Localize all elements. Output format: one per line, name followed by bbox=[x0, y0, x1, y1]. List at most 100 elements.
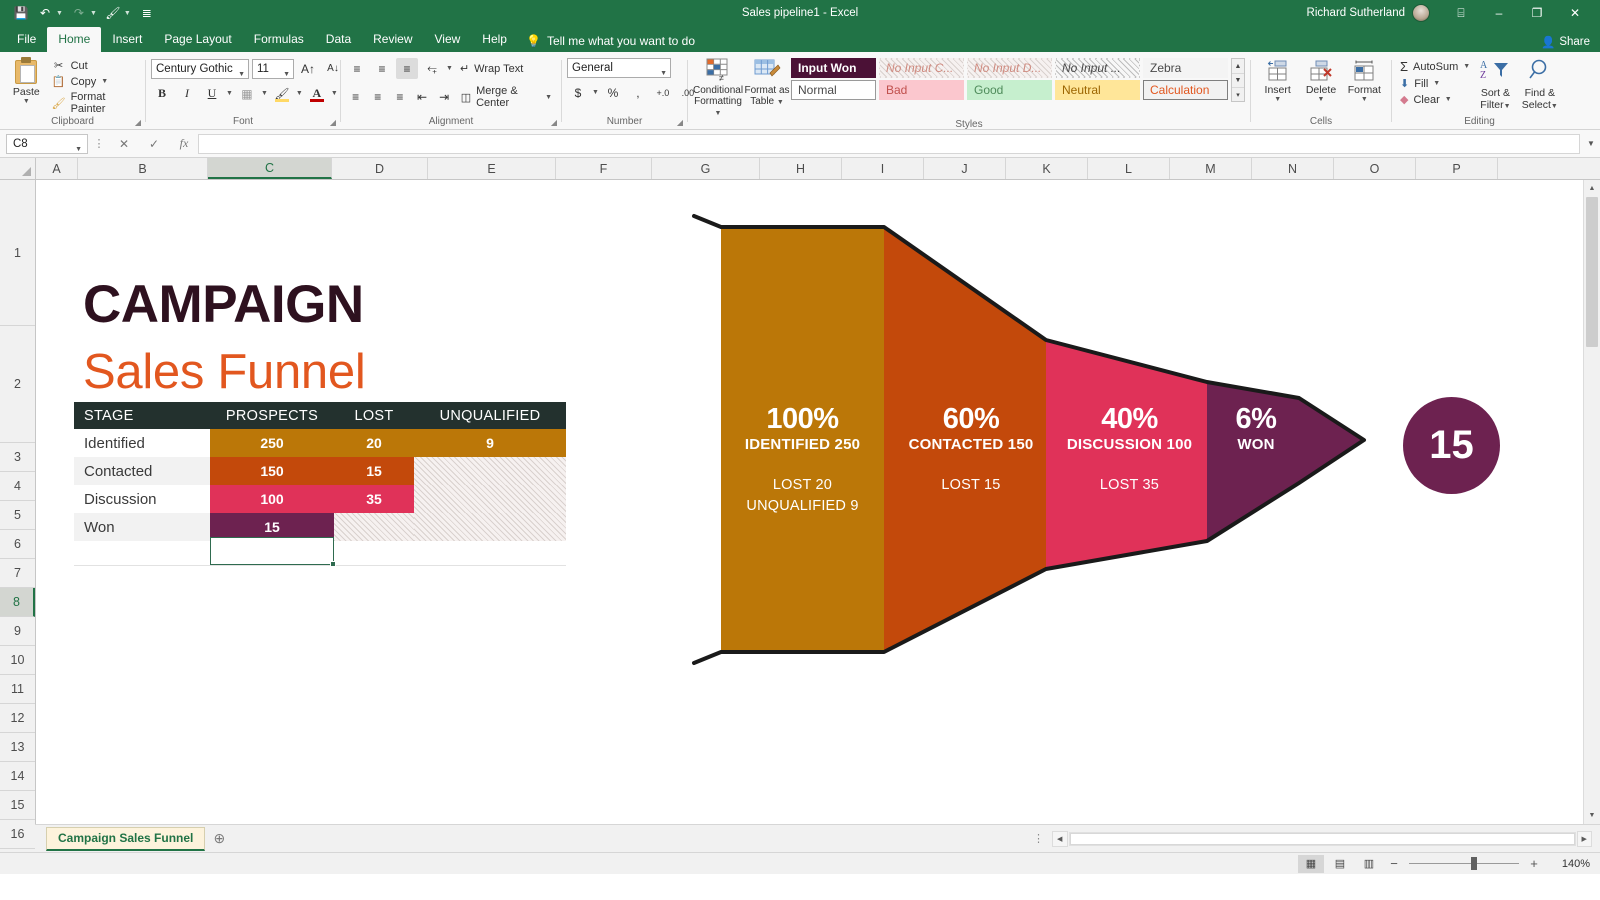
column-header-a[interactable]: A bbox=[36, 158, 78, 179]
normal-view-icon[interactable]: ▦ bbox=[1298, 855, 1324, 873]
horizontal-scroll-thumb[interactable] bbox=[1070, 833, 1575, 845]
row-header-10[interactable]: 10 bbox=[0, 646, 35, 675]
wrap-text-button[interactable]: ↵ Wrap Text bbox=[456, 60, 527, 77]
font-name-caret-icon[interactable]: ▼ bbox=[238, 66, 245, 84]
row-header-8[interactable]: 8 bbox=[0, 588, 35, 617]
avatar[interactable] bbox=[1412, 4, 1430, 22]
close-icon[interactable]: ✕ bbox=[1556, 0, 1594, 26]
cut-button[interactable]: ✂ Cut bbox=[48, 58, 140, 73]
minimize-icon[interactable]: – bbox=[1480, 0, 1518, 26]
format-painter-button[interactable]: 🖌 Format Painter bbox=[48, 90, 140, 116]
fill-handle[interactable] bbox=[330, 561, 336, 567]
row-header-16[interactable]: 16 bbox=[0, 820, 35, 849]
expand-formula-bar-icon[interactable]: ▼ bbox=[1582, 139, 1600, 148]
paste-button[interactable]: Paste ▼ bbox=[5, 55, 48, 105]
sort-filter-button[interactable]: AZ Sort & Filter▼ bbox=[1473, 55, 1517, 113]
conditional-formatting-button[interactable]: ≠ Conditional Formatting ▼ bbox=[693, 55, 743, 119]
share-button[interactable]: 👤 Share bbox=[1541, 35, 1590, 49]
fill-color-icon[interactable]: 🖌 bbox=[102, 3, 124, 23]
fill-caret-icon2[interactable]: ▼ bbox=[1433, 80, 1440, 87]
ribbon-tab-review[interactable]: Review bbox=[362, 27, 423, 52]
zoom-in-button[interactable]: + bbox=[1525, 856, 1543, 871]
fill-button[interactable]: ⬇ Fill ▼ bbox=[1397, 76, 1473, 91]
orientation-icon[interactable]: ⥆ bbox=[421, 58, 443, 79]
ribbon-tab-help[interactable]: Help bbox=[471, 27, 518, 52]
column-header-h[interactable]: H bbox=[760, 158, 842, 179]
ribbon-tab-view[interactable]: View bbox=[424, 27, 472, 52]
zoom-level-label[interactable]: 140% bbox=[1550, 858, 1590, 870]
formula-input[interactable] bbox=[198, 134, 1580, 154]
format-as-table-button[interactable]: Format as Table ▼ bbox=[743, 55, 791, 108]
column-header-n[interactable]: N bbox=[1252, 158, 1334, 179]
hscroll-track[interactable] bbox=[1069, 832, 1576, 846]
fat-caret-icon[interactable]: ▼ bbox=[777, 99, 784, 106]
column-header-l[interactable]: L bbox=[1088, 158, 1170, 179]
column-header-p[interactable]: P bbox=[1416, 158, 1498, 179]
style-no-input[interactable]: No Input ... bbox=[1055, 58, 1140, 78]
insert-function-icon[interactable]: fx bbox=[170, 134, 198, 154]
style-input-won[interactable]: Input Won bbox=[791, 58, 876, 78]
underline-caret-icon[interactable]: ▼ bbox=[226, 90, 233, 97]
column-header-c[interactable]: C bbox=[208, 158, 332, 179]
comma-format-button[interactable]: , bbox=[627, 82, 649, 103]
row-header-13[interactable]: 13 bbox=[0, 733, 35, 762]
align-top-icon[interactable]: ≡ bbox=[346, 58, 368, 79]
column-header-d[interactable]: D bbox=[332, 158, 428, 179]
row-header-2[interactable]: 2 bbox=[0, 326, 35, 443]
column-header-j[interactable]: J bbox=[924, 158, 1006, 179]
borders-icon[interactable]: ▦ bbox=[236, 83, 258, 104]
column-header-f[interactable]: F bbox=[556, 158, 652, 179]
row-header-4[interactable]: 4 bbox=[0, 472, 35, 501]
align-center-icon[interactable]: ≡ bbox=[368, 87, 387, 108]
zoom-slider-thumb[interactable] bbox=[1471, 857, 1477, 870]
orientation-caret-icon[interactable]: ▼ bbox=[446, 65, 453, 72]
column-header-g[interactable]: G bbox=[652, 158, 760, 179]
format-caret-icon[interactable]: ▼ bbox=[1361, 96, 1368, 103]
paste-caret-icon[interactable]: ▼ bbox=[23, 98, 30, 105]
style-no-input-d[interactable]: No Input D... bbox=[967, 58, 1052, 78]
row-header-15[interactable]: 15 bbox=[0, 791, 35, 820]
row-header-1[interactable]: 1 bbox=[0, 180, 35, 326]
styles-scroll-down-icon[interactable]: ▼ bbox=[1232, 73, 1244, 87]
cf-caret-icon[interactable]: ▼ bbox=[715, 110, 722, 117]
clipboard-dialog-launcher[interactable]: ◢ bbox=[135, 117, 141, 129]
column-header-b[interactable]: B bbox=[78, 158, 208, 179]
table-row[interactable]: Discussion 100 35 bbox=[74, 485, 566, 513]
column-header-m[interactable]: M bbox=[1170, 158, 1252, 179]
merge-center-button[interactable]: ◫ Merge & Center ▼ bbox=[457, 83, 556, 111]
align-bottom-icon[interactable]: ≡ bbox=[396, 58, 418, 79]
name-box[interactable]: C8▼ bbox=[6, 134, 88, 154]
styles-gallery-more-icon[interactable]: ▾ bbox=[1232, 87, 1244, 101]
row-header-9[interactable]: 9 bbox=[0, 617, 35, 646]
ribbon-tab-home[interactable]: Home bbox=[47, 27, 101, 52]
align-right-icon[interactable]: ≡ bbox=[390, 87, 409, 108]
scroll-down-icon[interactable]: ▼ bbox=[1584, 807, 1600, 824]
tab-split-handle[interactable]: ⋮ bbox=[1033, 832, 1052, 845]
style-neutral[interactable]: Neutral bbox=[1055, 80, 1140, 100]
increase-font-size-icon[interactable]: A↑ bbox=[297, 58, 319, 79]
ribbon-tab-formulas[interactable]: Formulas bbox=[243, 27, 315, 52]
row-header-12[interactable]: 12 bbox=[0, 704, 35, 733]
number-format-caret-icon[interactable]: ▼ bbox=[660, 65, 667, 83]
sheet-canvas[interactable]: CAMPAIGN Sales Funnel STAGE PROSPECTS LO… bbox=[36, 180, 1583, 824]
format-cells-button[interactable]: Format ▼ bbox=[1343, 55, 1386, 103]
font-name-input[interactable]: Century Gothic▼ bbox=[151, 59, 249, 79]
find-select-button[interactable]: Find & Select▼ bbox=[1518, 55, 1562, 113]
active-cell-selection[interactable] bbox=[210, 537, 334, 565]
italic-button[interactable]: I bbox=[176, 83, 198, 104]
decrease-indent-icon[interactable]: ⇤ bbox=[412, 87, 431, 108]
font-color-caret-icon[interactable]: ▼ bbox=[331, 90, 338, 97]
merge-center-caret-icon[interactable]: ▼ bbox=[545, 94, 552, 101]
ribbon-tab-file[interactable]: File bbox=[6, 27, 47, 52]
font-size-caret-icon[interactable]: ▼ bbox=[283, 66, 290, 84]
table-row[interactable]: Contacted 150 15 bbox=[74, 457, 566, 485]
column-header-k[interactable]: K bbox=[1006, 158, 1088, 179]
underline-button[interactable]: U bbox=[201, 83, 223, 104]
sales-funnel-chart[interactable]: 100% IDENTIFIED 250 LOST 20 UNQUALIFIED … bbox=[684, 205, 1484, 675]
vertical-scroll-thumb[interactable] bbox=[1586, 197, 1598, 347]
currency-caret-icon[interactable]: ▼ bbox=[592, 89, 599, 96]
select-all-corner[interactable] bbox=[0, 158, 36, 179]
save-icon[interactable]: 💾 bbox=[10, 3, 32, 23]
autosum-caret-icon[interactable]: ▼ bbox=[1463, 63, 1470, 70]
scroll-up-icon[interactable]: ▲ bbox=[1584, 180, 1600, 197]
